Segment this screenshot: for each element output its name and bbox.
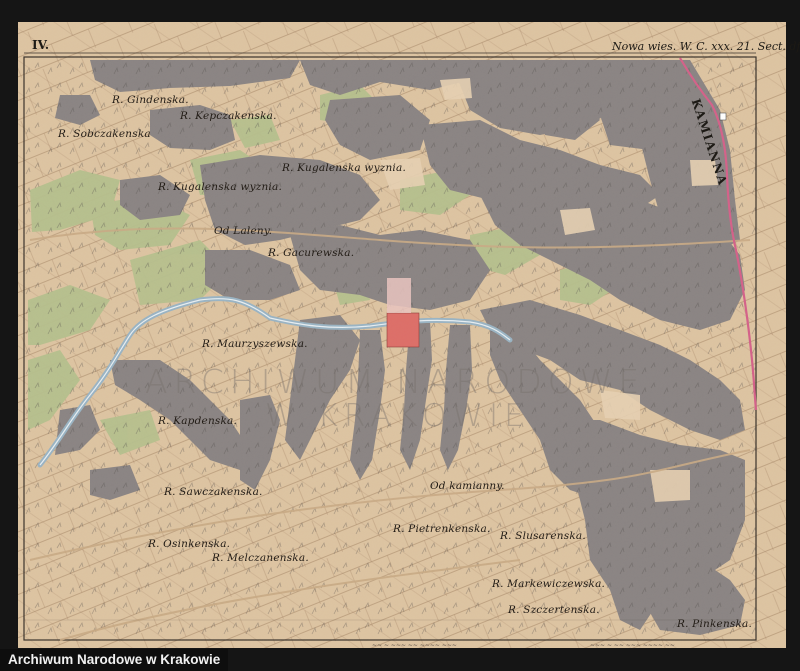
place-name: R. Kapdenska. <box>158 415 238 427</box>
place-name: R. Szczertenska. <box>508 604 600 616</box>
place-name: Od Laleny. <box>214 225 273 237</box>
map-sheet: IV. Nowa wies. W. C. xxx. 21. Sect. df K… <box>0 0 800 671</box>
place-name: R. Sawczakenska. <box>164 486 263 498</box>
place-name: Od kamianny. <box>430 480 505 492</box>
place-name: R. Kepczakenska. <box>180 110 277 122</box>
place-name: R. Pinkenska. <box>677 618 753 630</box>
signature-scribble: ~~ ~ ~~~ ~~ ~~~~ ~~~ <box>372 642 457 649</box>
place-name: R. Gindenska. <box>112 94 189 106</box>
place-name: R. Kugalenska wyznia. <box>282 162 406 174</box>
watermark-line-1: ARCHIWUM NARODOWE <box>145 362 646 401</box>
place-name: R. Osinkenska. <box>148 538 231 550</box>
place-name: R. Gacurewska. <box>268 247 355 259</box>
place-name: R. Kugalenska wyznia. <box>158 181 282 193</box>
place-name: R. Sobczakenska <box>58 128 151 140</box>
signature-scribble: ~~~ ~ ~~ ~~~ ~~~~ ~~ <box>590 642 675 649</box>
place-name: R. Melczanenska. <box>212 552 309 564</box>
archive-footer-label: Archiwum Narodowe w Krakowie <box>0 649 229 671</box>
watermark-line-2: W KRAKOWIE <box>265 398 530 434</box>
place-name: R. Pietrenkenska. <box>393 523 491 535</box>
sheet-header: Nowa wies. W. C. xxx. 21. Sect. df <box>612 40 800 53</box>
place-name: R. Slusarenska. <box>500 530 586 542</box>
place-name: R. Markewiczewska. <box>492 578 606 590</box>
sheet-number: IV. <box>32 38 50 52</box>
place-name: R. Maurzyszewska. <box>202 338 308 350</box>
